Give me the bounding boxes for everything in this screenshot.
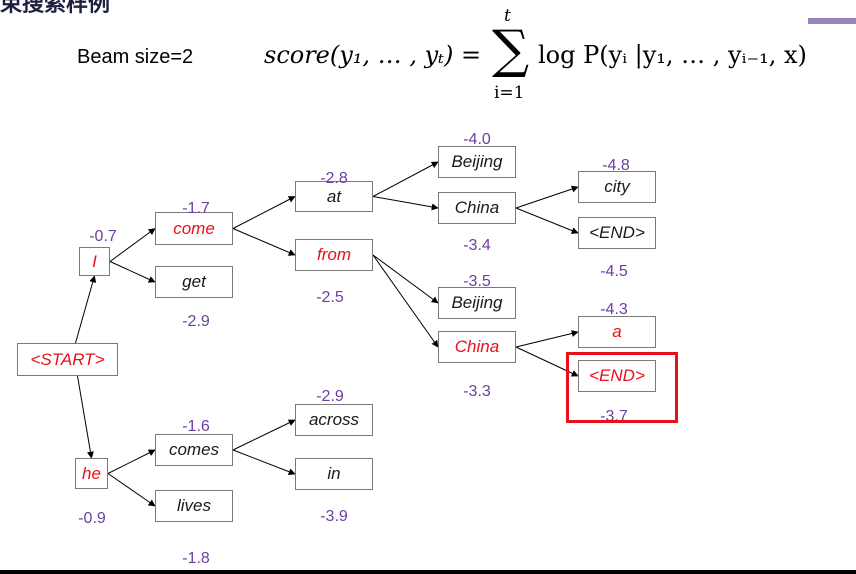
tree-node-comes: comes xyxy=(155,434,233,466)
score-comes: -1.6 xyxy=(182,418,210,435)
tree-node-from: from xyxy=(295,239,373,271)
best-hypothesis-highlight xyxy=(566,352,678,423)
tree-node-beijing1: Beijing xyxy=(438,146,516,178)
score-from: -2.5 xyxy=(316,289,344,306)
edge-start-I xyxy=(75,275,97,344)
score-a: -4.3 xyxy=(600,301,628,318)
edge-comes-across xyxy=(232,419,296,451)
score-beijing2: -3.5 xyxy=(463,273,491,290)
score-at: -2.8 xyxy=(320,170,348,187)
score-city: -4.8 xyxy=(602,157,630,174)
edge-he-lives xyxy=(107,473,156,507)
score-end1: -4.5 xyxy=(600,263,628,280)
score-in: -3.9 xyxy=(320,508,348,525)
tree-node-in: in xyxy=(295,458,373,490)
score-china1: -3.4 xyxy=(463,237,491,254)
edge-I-get xyxy=(109,261,156,283)
tree-node-he: he xyxy=(75,458,108,489)
score-across: -2.9 xyxy=(316,388,344,405)
edge-at-beijing1 xyxy=(372,161,439,197)
tree-node-end1: <END> xyxy=(578,217,656,249)
edge-start-he xyxy=(77,375,94,459)
tree-node-get: get xyxy=(155,266,233,298)
edge-china2-a xyxy=(515,330,579,348)
tree-node-china2: China xyxy=(438,331,516,363)
score-he: -0.9 xyxy=(78,510,106,527)
score-lives: -1.8 xyxy=(182,550,210,567)
tree-node-city: city xyxy=(578,171,656,203)
edge-china1-city xyxy=(515,185,579,209)
edge-come-from xyxy=(232,228,296,256)
score-china2: -3.3 xyxy=(463,383,491,400)
tree-node-beijing2: Beijing xyxy=(438,287,516,319)
edge-from-china2 xyxy=(372,254,439,348)
edge-china1-end1 xyxy=(515,207,579,234)
tree-node-across: across xyxy=(295,404,373,436)
tree-node-I: I xyxy=(79,247,110,276)
edge-he-comes xyxy=(107,449,156,474)
edge-come-at xyxy=(232,196,296,229)
tree-edges xyxy=(75,161,579,507)
tree-node-start: <START> xyxy=(17,343,118,376)
edge-at-china1 xyxy=(372,196,439,211)
score-get: -2.9 xyxy=(182,313,210,330)
edge-comes-in xyxy=(232,449,296,475)
score-beijing1: -4.0 xyxy=(463,131,491,148)
tree-node-a: a xyxy=(578,316,656,348)
score-I: -0.7 xyxy=(89,228,117,245)
tree-node-lives: lives xyxy=(155,490,233,522)
tree-node-china1: China xyxy=(438,192,516,224)
edge-from-beijing2 xyxy=(372,254,439,304)
bottom-rule xyxy=(0,570,856,574)
score-come: -1.7 xyxy=(182,200,210,217)
